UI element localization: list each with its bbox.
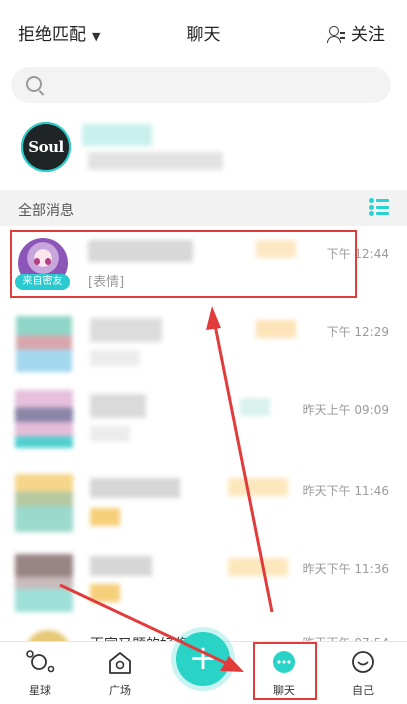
chat-item[interactable]: 昨天下午 11:46 — [0, 460, 407, 540]
plus-icon: + — [188, 638, 218, 678]
follow-button[interactable]: 关注 — [327, 20, 385, 45]
tab-square[interactable]: 广场 — [90, 642, 150, 704]
blurred-name — [90, 478, 180, 498]
chat-item[interactable]: 下午 12:29 — [0, 304, 407, 382]
blurred-tag — [256, 320, 296, 338]
bottom-tab-bar: 星球 广场 + 聊天 自己 — [0, 632, 407, 704]
search-box[interactable] — [11, 67, 391, 105]
blurred-preview — [88, 152, 223, 170]
tab-label: 自己 — [352, 684, 374, 697]
top-bar: 拒绝匹配 ▼ 聊天 关注 — [0, 0, 407, 63]
all-messages-label: 全部消息 — [18, 203, 74, 219]
chat-time: 昨天上午 09:09 — [302, 403, 389, 417]
chat-time: 下午 12:29 — [326, 325, 389, 339]
search-input[interactable] — [49, 67, 383, 105]
annotation-box-chat — [10, 230, 357, 298]
search-area — [0, 62, 407, 110]
chat-item[interactable]: 昨天上午 09:09 — [0, 382, 407, 460]
blurred-tag — [90, 508, 120, 526]
blurred-tag — [90, 584, 120, 602]
blurred-tag — [228, 558, 288, 576]
blurred-name — [82, 124, 152, 146]
follow-label: 关注 — [351, 25, 385, 45]
blurred-name — [90, 318, 162, 342]
all-messages-header: 全部消息 — [0, 190, 407, 226]
blurred-preview — [90, 350, 140, 366]
self-smile-icon — [352, 651, 374, 673]
avatar — [15, 474, 73, 532]
follow-person-list-icon — [327, 26, 345, 43]
plus-button[interactable]: + — [176, 632, 230, 686]
chat-time: 昨天下午 11:46 — [302, 484, 389, 498]
annotation-box-chat-tab — [253, 642, 317, 700]
search-icon — [26, 76, 42, 92]
blurred-name — [90, 394, 146, 418]
tab-self[interactable]: 自己 — [333, 642, 393, 704]
list-view-icon[interactable] — [369, 198, 389, 216]
tab-label: 星球 — [29, 684, 51, 697]
avatar — [15, 390, 73, 448]
soul-logo: Soul — [21, 122, 71, 172]
official-soul-entry[interactable]: Soul — [0, 110, 407, 190]
avatar — [15, 554, 73, 612]
chat-item[interactable]: 昨天下午 11:36 — [0, 540, 407, 622]
blurred-name — [90, 556, 152, 576]
tab-label: 广场 — [109, 684, 131, 697]
blurred-tag — [240, 398, 270, 416]
planet-icon — [26, 650, 55, 673]
tab-planet[interactable]: 星球 — [10, 642, 70, 704]
square-icon — [109, 652, 131, 674]
blurred-tag — [228, 478, 288, 496]
chat-time: 昨天下午 11:36 — [302, 562, 389, 576]
avatar — [16, 316, 72, 372]
blurred-preview — [90, 426, 130, 442]
